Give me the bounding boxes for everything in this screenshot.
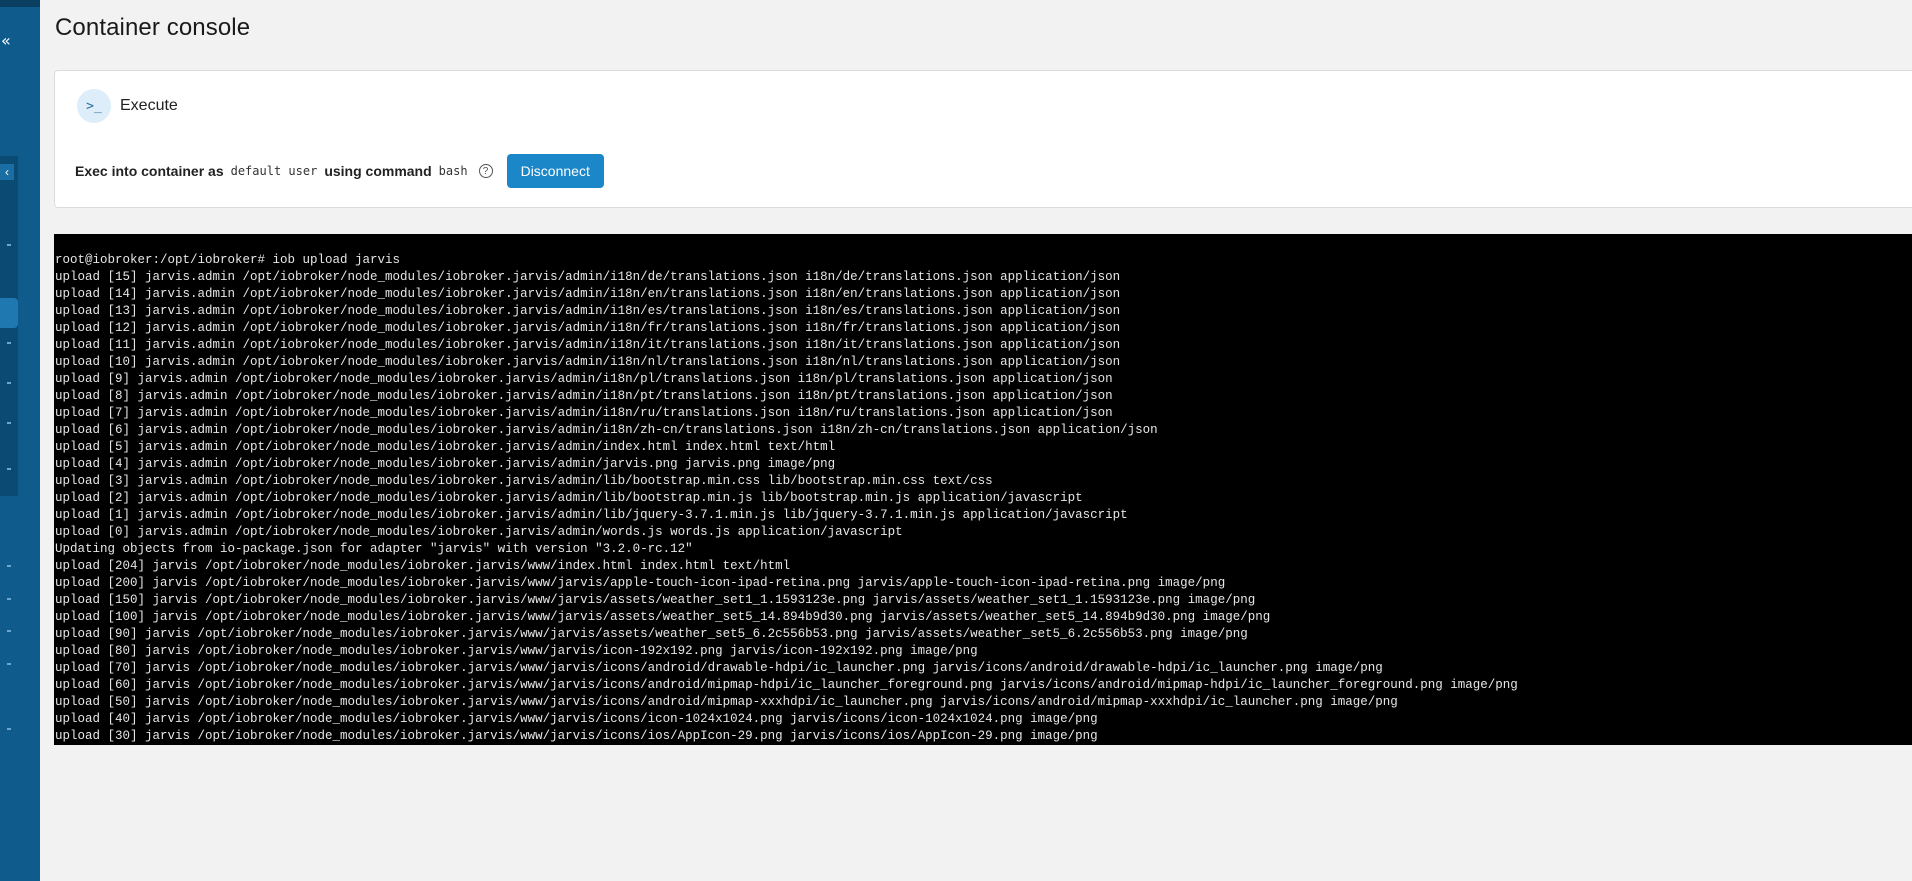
terminal-line: upload [100] jarvis /opt/iobroker/node_m… [55, 610, 1271, 624]
exec-command-value: bash [438, 164, 468, 178]
sidebar-item-indicator[interactable] [7, 468, 11, 470]
terminal-line: upload [50] jarvis /opt/iobroker/node_mo… [55, 695, 1398, 709]
sidebar-item-active[interactable] [0, 298, 18, 328]
terminal-line: upload [13] jarvis.admin /opt/iobroker/n… [55, 304, 1121, 318]
terminal-line: upload [150] jarvis /opt/iobroker/node_m… [55, 593, 1256, 607]
terminal-line: upload [2] jarvis.admin /opt/iobroker/no… [55, 491, 1083, 505]
disconnect-button[interactable]: Disconnect [506, 154, 604, 188]
terminal-line: upload [4] jarvis.admin /opt/iobroker/no… [55, 457, 836, 471]
terminal-line: upload [80] jarvis /opt/iobroker/node_mo… [55, 644, 978, 658]
page-title: Container console [55, 14, 251, 41]
terminal-line: upload [12] jarvis.admin /opt/iobroker/n… [55, 321, 1121, 335]
terminal-line: upload [90] jarvis /opt/iobroker/node_mo… [55, 627, 1248, 641]
terminal-line: upload [8] jarvis.admin /opt/iobroker/no… [55, 389, 1113, 403]
exec-label-prefix: Exec into container as [75, 163, 224, 179]
collapse-subpanel-icon[interactable]: ‹ [0, 164, 14, 180]
sidebar-item-indicator[interactable] [7, 244, 11, 246]
sidebar-top-strip [0, 0, 40, 7]
terminal-line: upload [5] jarvis.admin /opt/iobroker/no… [55, 440, 836, 454]
sidebar-item-indicator[interactable] [7, 422, 11, 424]
terminal-line: root@iobroker:/opt/iobroker# iob upload … [55, 253, 401, 267]
sidebar-item-indicator[interactable] [7, 565, 11, 567]
terminal-line: upload [9] jarvis.admin /opt/iobroker/no… [55, 372, 1113, 386]
exec-settings-row: Exec into container as default user usin… [75, 154, 604, 188]
terminal-line: upload [15] jarvis.admin /opt/iobroker/n… [55, 270, 1121, 284]
terminal-line: upload [1] jarvis.admin /opt/iobroker/no… [55, 508, 1128, 522]
terminal-line: upload [6] jarvis.admin /opt/iobroker/no… [55, 423, 1158, 437]
terminal-line: upload [200] jarvis /opt/iobroker/node_m… [55, 576, 1226, 590]
sidebar-item-indicator[interactable] [7, 598, 11, 600]
exec-user-value: default user [230, 164, 318, 178]
sidebar-item-indicator[interactable] [7, 342, 11, 344]
terminal-line: Updating objects from io-package.json fo… [55, 542, 693, 556]
terminal-line: upload [204] jarvis /opt/iobroker/node_m… [55, 559, 791, 573]
terminal-line: upload [70] jarvis /opt/iobroker/node_mo… [55, 661, 1383, 675]
collapse-sidebar-icon[interactable]: « [0, 30, 17, 52]
exec-label-mid: using command [324, 163, 432, 179]
sidebar-item-indicator[interactable] [7, 382, 11, 384]
terminal-line: upload [11] jarvis.admin /opt/iobroker/n… [55, 338, 1121, 352]
sidebar-item-indicator[interactable] [7, 630, 11, 632]
terminal-line: upload [0] jarvis.admin /opt/iobroker/no… [55, 525, 903, 539]
terminal-line: upload [3] jarvis.admin /opt/iobroker/no… [55, 474, 993, 488]
help-icon[interactable]: ? [478, 164, 493, 178]
terminal-line: upload [30] jarvis /opt/iobroker/node_mo… [55, 729, 1098, 743]
terminal-line: upload [14] jarvis.admin /opt/iobroker/n… [55, 287, 1121, 301]
sidebar-subpanel: ‹ [0, 156, 18, 496]
terminal-line: upload [60] jarvis /opt/iobroker/node_mo… [55, 678, 1518, 692]
exec-title: Execute [120, 97, 178, 114]
sidebar: « ‹ [0, 0, 40, 881]
terminal-icon: >_ [77, 89, 111, 123]
terminal-line: upload [10] jarvis.admin /opt/iobroker/n… [55, 355, 1121, 369]
sidebar-item-indicator[interactable] [7, 663, 11, 665]
terminal-line: upload [7] jarvis.admin /opt/iobroker/no… [55, 406, 1113, 420]
exec-header: >_ Execute [77, 89, 178, 123]
exec-card: >_ Execute Exec into container as defaul… [54, 70, 1912, 208]
sidebar-item-indicator[interactable] [7, 728, 11, 730]
terminal-output[interactable]: root@iobroker:/opt/iobroker# iob upload … [54, 234, 1912, 745]
terminal-line: upload [40] jarvis /opt/iobroker/node_mo… [55, 712, 1098, 726]
